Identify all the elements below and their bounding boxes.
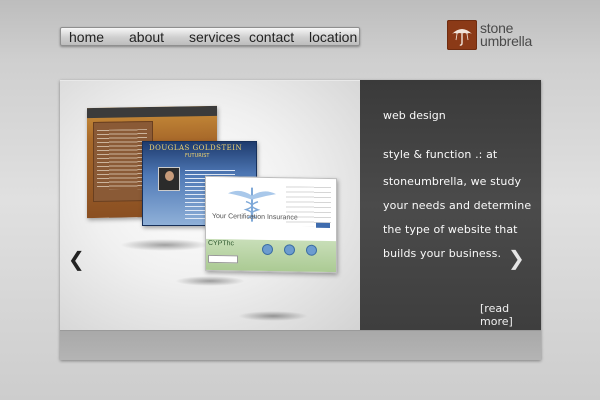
read-more-link[interactable]: [read more] [480,302,541,328]
nav-home[interactable]: home [69,28,104,47]
site-logo[interactable]: stone umbrella [447,18,547,52]
chevron-right-icon[interactable]: ❯ [508,248,525,268]
thumb-text-lines [97,129,147,190]
nav-about[interactable]: about [129,28,164,47]
thumb-button [316,222,330,229]
featured-slider: DOUGLAS GOLDSTEIN FUTURIST Your Certific… [60,80,541,360]
thumb-footer-logo: CYPThc [208,239,235,248]
reflection-shadow [238,311,308,321]
nav-services[interactable]: services [189,28,240,47]
slide-title: web design [383,109,446,122]
reflection-shadow [175,276,245,286]
thumb-footer-box [208,254,238,264]
thumb-header [87,105,217,119]
thumb-circle-icon [306,244,317,256]
thumb-circle-icon [262,243,273,256]
slide-text-line: style & function .: at [383,148,498,161]
portfolio-thumb-3[interactable]: Your Certification Insurance CYPThc [205,175,337,274]
thumb-brand-text: Your Certification Insurance [212,212,298,222]
slide-text-line: stoneumbrella, we study [383,175,522,188]
slide-text-line: the type of website that [383,223,518,236]
reflection-shadow [120,239,210,251]
thumb-portrait [158,167,180,191]
slide-text-line: builds your business. [383,247,502,260]
nav-contact[interactable]: contact [249,28,294,47]
thumb-circle-icon [284,244,295,256]
slide-description-panel: web design style & function .: at stoneu… [360,80,541,330]
nav-location[interactable]: location [309,28,357,47]
chevron-left-icon[interactable]: ❮ [68,249,85,269]
portfolio-stage: DOUGLAS GOLDSTEIN FUTURIST Your Certific… [60,80,360,330]
thumb-form [286,186,331,228]
thumb-site-subtitle: FUTURIST [185,153,210,159]
logo-word-umbrella: umbrella [480,33,533,49]
logo-text: stone umbrella [480,21,533,49]
slide-text-line: your needs and determine [383,199,532,212]
thumb-site-title: DOUGLAS GOLDSTEIN [149,144,243,152]
umbrella-icon [447,20,477,50]
slider-footer-strip [60,330,541,360]
main-nav: home about services contact location [60,27,360,46]
